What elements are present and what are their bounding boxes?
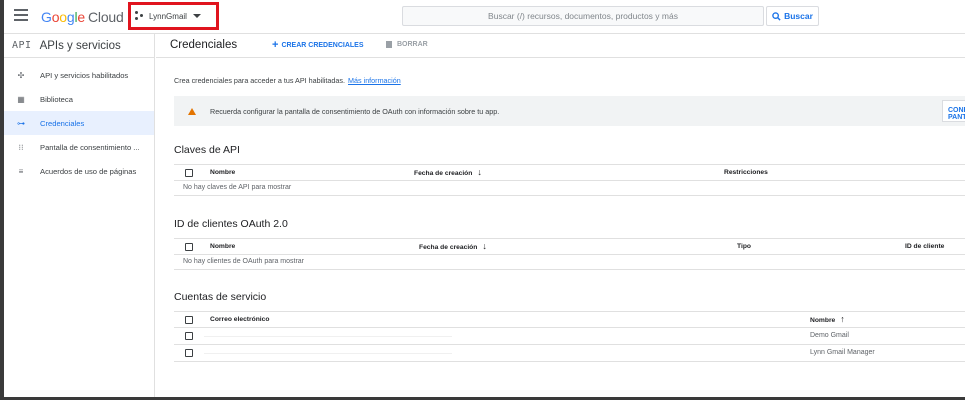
page-title: Credenciales: [170, 39, 238, 51]
column-header-label: Fecha de creación: [414, 170, 473, 177]
api-keys-title: Claves de API: [174, 144, 240, 156]
row-checkbox[interactable]: [185, 349, 193, 357]
oauth-warning-banner: Recuerda configurar la pantalla de conse…: [174, 96, 965, 126]
main-content: Credenciales + CREAR CREDENCIALES BORRAR…: [156, 34, 965, 397]
sidebar-item-2[interactable]: ⊶ Credenciales: [4, 111, 154, 135]
create-credentials-button[interactable]: + CREAR CREDENCIALES: [272, 39, 364, 51]
warning-text: Recuerda configurar la pantalla de conse…: [210, 106, 500, 116]
api-keys-table: Nombre Fecha de creación ↓ Restricciones …: [174, 164, 965, 196]
learn-more-link[interactable]: Más información: [348, 76, 401, 85]
service-accounts-table: Correo electrónico Nombre ↑ Demo Gmail Ly…: [174, 311, 965, 362]
service-account-email[interactable]: [204, 336, 452, 337]
plus-icon: +: [272, 39, 279, 51]
column-header-email[interactable]: Correo electrónico: [210, 316, 269, 323]
search-button[interactable]: Buscar: [766, 6, 819, 26]
trash-icon: [386, 41, 392, 48]
hub-icon: ✣: [17, 70, 25, 80]
column-header-name[interactable]: Nombre: [210, 243, 235, 250]
arrow-down-icon: ↓: [482, 241, 487, 251]
service-account-name: Lynn Gmail Manager: [810, 349, 875, 356]
column-header-name[interactable]: Nombre ↑: [810, 314, 845, 325]
oauth-clients-table: Nombre Fecha de creación ↓ Tipo ID de cli…: [174, 238, 965, 270]
sidebar-item-3[interactable]: ⁝⁝ Pantalla de consentimiento ...: [4, 135, 154, 159]
oauth-clients-title: ID de clientes OAuth 2.0: [174, 218, 288, 230]
consent-icon: ⁝⁝: [18, 142, 24, 152]
key-icon: ⊶: [17, 118, 25, 128]
table-row[interactable]: Lynn Gmail Manager: [174, 345, 965, 362]
select-all-checkbox[interactable]: [185, 243, 193, 251]
service-account-email[interactable]: [204, 353, 452, 354]
sidebar-nav: ✣ API y servicios habilitados ▦ Biblioteca ⊶…: [4, 58, 154, 183]
column-header-restrictions[interactable]: Restricciones: [724, 169, 768, 176]
sidebar-item-label: Acuerdos de uso de páginas: [40, 166, 137, 176]
service-account-name: Demo Gmail: [810, 332, 849, 339]
configure-consent-button[interactable]: CONFIGURAR PANTALLA DE CONSENTIMIENTO: [942, 100, 965, 122]
delete-button[interactable]: BORRAR: [386, 41, 428, 48]
search-icon: [772, 11, 781, 21]
project-name: LynnGmail: [149, 11, 187, 21]
column-header-type[interactable]: Tipo: [737, 243, 751, 250]
logo-cloud-word: Cloud: [88, 9, 124, 25]
column-header-name[interactable]: Nombre: [210, 169, 235, 176]
arrow-up-icon: ↑: [840, 314, 845, 324]
column-header-label: Fecha de creación: [419, 244, 478, 251]
app-window: Google Cloud LynnGmail Buscar (/) recurso…: [4, 0, 965, 397]
empty-message: No hay clientes de OAuth para mostrar: [174, 255, 965, 270]
delete-label: BORRAR: [397, 41, 428, 48]
project-picker[interactable]: LynnGmail: [135, 8, 201, 24]
column-header-created[interactable]: Fecha de creación ↓: [419, 241, 487, 252]
sidebar: API APIs y servicios ✣ API y servicios ha…: [4, 34, 155, 397]
intro-sentence: Crea credenciales para acceder a tus API…: [174, 76, 346, 85]
sidebar-item-1[interactable]: ▦ Biblioteca: [4, 87, 154, 111]
logo-letter: e: [77, 9, 85, 25]
library-grid-icon: ▦: [17, 94, 25, 104]
sidebar-item-label: Biblioteca: [40, 94, 73, 104]
table-header: Nombre Fecha de creación ↓ Restricciones: [174, 164, 965, 181]
hamburger-menu-icon[interactable]: [14, 9, 28, 23]
top-bar: Google Cloud LynnGmail Buscar (/) recurso…: [4, 0, 965, 34]
settings-list-icon: ≡: [18, 166, 24, 176]
column-header-label: Nombre: [810, 317, 836, 324]
intro-text: Crea credenciales para acceder a tus API…: [174, 76, 401, 85]
select-all-checkbox[interactable]: [185, 316, 193, 324]
sidebar-item-label: Credenciales: [40, 118, 85, 128]
sidebar-item-0[interactable]: ✣ API y servicios habilitados: [4, 63, 154, 87]
arrow-down-icon: ↓: [477, 167, 482, 177]
empty-message: No hay claves de API para mostrar: [174, 181, 965, 196]
google-cloud-logo[interactable]: Google Cloud: [41, 9, 124, 25]
service-accounts-title: Cuentas de servicio: [174, 291, 267, 303]
sidebar-title: APIs y servicios: [39, 39, 121, 52]
api-icon: API: [12, 40, 32, 51]
search-button-label: Buscar: [784, 11, 813, 21]
table-row[interactable]: Demo Gmail: [174, 328, 965, 345]
sidebar-item-4[interactable]: ≡ Acuerdos de uso de páginas: [4, 159, 154, 183]
sidebar-header: API APIs y servicios: [4, 34, 154, 58]
sidebar-item-label: Pantalla de consentimiento ...: [40, 142, 140, 152]
chevron-down-icon: [192, 14, 201, 18]
project-dots-icon: [135, 11, 145, 21]
table-header: Correo electrónico Nombre ↑: [174, 311, 965, 328]
sidebar-item-label: API y servicios habilitados: [40, 70, 129, 80]
row-checkbox[interactable]: [185, 332, 193, 340]
action-bar: Credenciales + CREAR CREDENCIALES BORRAR: [156, 34, 965, 58]
warning-icon: [188, 107, 196, 115]
column-header-created[interactable]: Fecha de creación ↓: [414, 167, 482, 178]
logo-letter: o: [59, 9, 67, 25]
column-header-client-id[interactable]: ID de cliente: [905, 243, 944, 250]
table-header: Nombre Fecha de creación ↓ Tipo ID de cli…: [174, 238, 965, 255]
logo-letter: G: [41, 9, 52, 25]
select-all-checkbox[interactable]: [185, 169, 193, 177]
create-credentials-label: CREAR CREDENCIALES: [281, 41, 364, 49]
search-input[interactable]: Buscar (/) recursos, documentos, product…: [402, 6, 764, 26]
